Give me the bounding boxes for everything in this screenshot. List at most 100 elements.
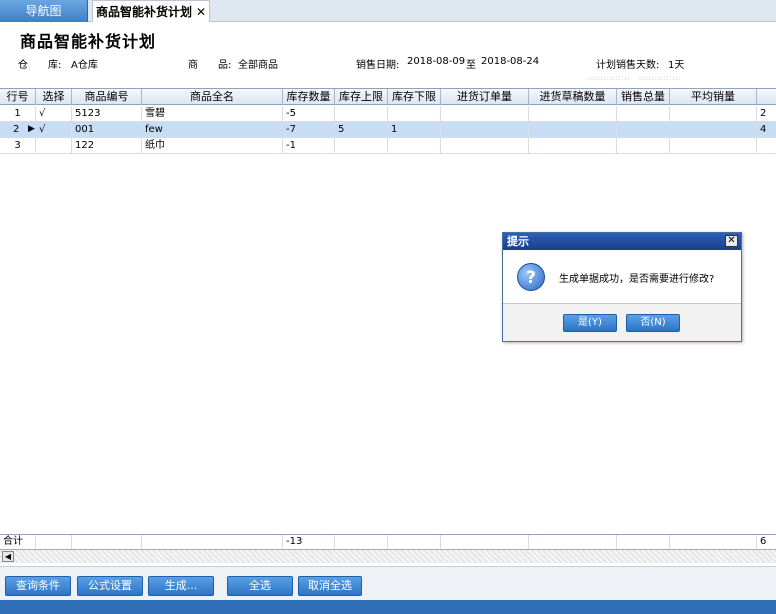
- row-stock[interactable]: -5: [283, 106, 335, 122]
- col-stock[interactable]: 库存数量: [283, 89, 335, 105]
- row-draft-qty[interactable]: [529, 106, 617, 122]
- splitter-grip[interactable]: :::::::::::::: ::::::::::::::: [588, 75, 681, 82]
- table-row[interactable]: 2 ▶ √ 001 few -7 5 1 4: [0, 122, 776, 138]
- row-stock[interactable]: -7: [283, 122, 335, 138]
- row-sales-total[interactable]: [617, 106, 670, 122]
- sales-date-to: 2018-08-24: [481, 56, 540, 67]
- row-line: 1: [0, 106, 36, 122]
- row-code[interactable]: 5123: [72, 106, 142, 122]
- row-code[interactable]: 001: [72, 122, 142, 138]
- sum-empty: [142, 535, 283, 550]
- sum-empty: [529, 535, 617, 550]
- no-button[interactable]: 否(N): [626, 314, 680, 332]
- dialog-message: 生成单据成功，是否需要进行修改?: [559, 274, 715, 285]
- generate-button[interactable]: 生成...: [148, 576, 214, 596]
- dialog-title: 提示: [507, 235, 529, 248]
- goods-label: 商 品:: [188, 60, 232, 71]
- row-upper[interactable]: 5: [335, 122, 388, 138]
- sum-empty: [335, 535, 388, 550]
- table-row[interactable]: 1 √ 5123 雪碧 -5 2: [0, 106, 776, 122]
- goods-value: 全部商品: [238, 60, 278, 71]
- row-lower[interactable]: [388, 106, 441, 122]
- prompt-dialog: 提示 ✕ ? 生成单据成功，是否需要进行修改? 是(Y) 否(N): [502, 232, 742, 342]
- row-line: 3: [0, 138, 36, 154]
- plan-days-value: 1天: [668, 60, 685, 71]
- page-title: 商品智能补货计划: [20, 32, 157, 51]
- filter-summary: 仓 库: A仓库 商 品: 全部商品 销售日期: 2018-08-09 至 20…: [0, 54, 776, 72]
- tab-navigation[interactable]: 导航图: [0, 0, 88, 22]
- warehouse-label: 仓 库:: [18, 60, 62, 71]
- col-draft-qty[interactable]: 进货草稿数量: [529, 89, 617, 105]
- sum-empty: [72, 535, 142, 550]
- row-sales-total[interactable]: [617, 138, 670, 154]
- tab-navigation-label: 导航图: [25, 4, 62, 18]
- col-sales-total[interactable]: 销售总量: [617, 89, 670, 105]
- row-extra[interactable]: 4: [757, 122, 776, 138]
- sum-stock: -13: [283, 535, 335, 550]
- col-extra[interactable]: [757, 89, 776, 105]
- row-extra[interactable]: 2: [757, 106, 776, 122]
- col-upper[interactable]: 库存上限: [335, 89, 388, 105]
- horizontal-scrollbar[interactable]: ◀: [0, 549, 776, 563]
- select-all-button[interactable]: 全选: [227, 576, 293, 596]
- warehouse-value: A仓库: [71, 60, 98, 71]
- sum-extra: 6: [760, 536, 767, 547]
- row-check[interactable]: √: [36, 122, 72, 138]
- sum-empty: [617, 535, 670, 550]
- row-avg-sales[interactable]: [670, 122, 757, 138]
- formula-settings-button[interactable]: 公式设置: [77, 576, 143, 596]
- close-icon[interactable]: ✕: [725, 235, 738, 247]
- row-code[interactable]: 122: [72, 138, 142, 154]
- col-code[interactable]: 商品编号: [72, 89, 142, 105]
- sales-date-to-word: 至: [466, 60, 476, 71]
- row-avg-sales[interactable]: [670, 106, 757, 122]
- row-draft-qty[interactable]: [529, 138, 617, 154]
- row-line-number: 2: [13, 124, 20, 135]
- tab-bar: 导航图 商品智能补货计划 ✕: [0, 0, 776, 22]
- col-avg-sales[interactable]: 平均销量: [670, 89, 757, 105]
- close-icon[interactable]: ✕: [196, 1, 206, 23]
- dialog-body: ? 生成单据成功，是否需要进行修改?: [503, 250, 741, 304]
- row-check[interactable]: [36, 138, 72, 154]
- tab-smart-replenishment-label: 商品智能补货计划: [95, 5, 192, 19]
- row-upper[interactable]: [335, 106, 388, 122]
- table-sum-row: 合计 -13 6: [0, 534, 776, 550]
- sum-label: 合计: [0, 535, 36, 550]
- sum-empty: [670, 535, 757, 550]
- status-bar: [0, 600, 776, 614]
- col-line[interactable]: 行号: [0, 89, 36, 105]
- table-row[interactable]: 3 122 纸巾 -1: [0, 138, 776, 154]
- col-select[interactable]: 选择: [36, 89, 72, 105]
- row-draft-qty[interactable]: [529, 122, 617, 138]
- scroll-left-icon[interactable]: ◀: [2, 551, 14, 562]
- deselect-all-button[interactable]: 取消全选: [298, 576, 362, 596]
- row-check[interactable]: √: [36, 106, 72, 122]
- query-conditions-button[interactable]: 查询条件: [5, 576, 71, 596]
- col-order-qty[interactable]: 进货订单量: [441, 89, 529, 105]
- row-extra[interactable]: [757, 138, 776, 154]
- sum-empty: [36, 535, 72, 550]
- question-icon: ?: [517, 263, 545, 291]
- row-order-qty[interactable]: [441, 106, 529, 122]
- row-order-qty[interactable]: [441, 122, 529, 138]
- dialog-title-bar[interactable]: 提示 ✕: [503, 233, 741, 250]
- sales-date-label: 销售日期:: [356, 60, 400, 71]
- sum-empty: [441, 535, 529, 550]
- row-name[interactable]: 雪碧: [142, 106, 283, 122]
- sum-empty: [388, 535, 441, 550]
- row-sales-total[interactable]: [617, 122, 670, 138]
- row-order-qty[interactable]: [441, 138, 529, 154]
- current-row-arrow-icon: ▶: [28, 124, 35, 134]
- row-line: 2 ▶: [0, 122, 36, 138]
- row-name[interactable]: 纸巾: [142, 138, 283, 154]
- row-name[interactable]: few: [142, 122, 283, 138]
- yes-button[interactable]: 是(Y): [563, 314, 617, 332]
- col-name[interactable]: 商品全名: [142, 89, 283, 105]
- row-upper[interactable]: [335, 138, 388, 154]
- row-lower[interactable]: [388, 138, 441, 154]
- row-stock[interactable]: -1: [283, 138, 335, 154]
- row-lower[interactable]: 1: [388, 122, 441, 138]
- row-avg-sales[interactable]: [670, 138, 757, 154]
- col-lower[interactable]: 库存下限: [388, 89, 441, 105]
- tab-smart-replenishment[interactable]: 商品智能补货计划 ✕: [92, 0, 210, 22]
